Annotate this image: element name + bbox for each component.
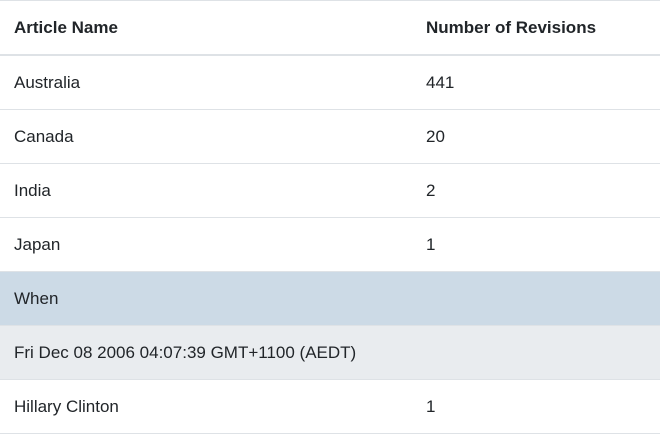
revisions-count-cell: 20 bbox=[426, 126, 445, 146]
revisions-count-cell: 1 bbox=[426, 234, 436, 254]
revisions-count-cell: 441 bbox=[426, 72, 455, 92]
article-name-cell: Canada bbox=[14, 126, 74, 146]
revisions-table: Article Name Number of Revisions Austral… bbox=[0, 0, 660, 434]
group-date-row: Fri Dec 08 2006 04:07:39 GMT+1100 (AEDT) bbox=[0, 326, 660, 380]
table-header-row: Article Name Number of Revisions bbox=[0, 1, 660, 56]
revisions-count-cell: 2 bbox=[426, 180, 436, 200]
column-header-article-name[interactable]: Article Name bbox=[0, 18, 426, 38]
group-date-label: Fri Dec 08 2006 04:07:39 GMT+1100 (AEDT) bbox=[14, 342, 357, 362]
article-name-cell: Australia bbox=[14, 72, 81, 92]
table-row: Australia 441 bbox=[0, 56, 660, 110]
table-row: Canada 20 bbox=[0, 110, 660, 164]
group-header-row: When bbox=[0, 272, 660, 326]
revisions-count-cell: 1 bbox=[426, 396, 436, 416]
table-row: India 2 bbox=[0, 164, 660, 218]
article-name-cell: Hillary Clinton bbox=[14, 396, 119, 416]
article-name-cell: Japan bbox=[14, 234, 61, 254]
table-row: Hillary Clinton 1 bbox=[0, 380, 660, 434]
article-name-cell: India bbox=[14, 180, 51, 200]
column-header-number-of-revisions[interactable]: Number of Revisions bbox=[426, 18, 660, 38]
table-row: Japan 1 bbox=[0, 218, 660, 272]
group-header-label: When bbox=[14, 288, 59, 308]
